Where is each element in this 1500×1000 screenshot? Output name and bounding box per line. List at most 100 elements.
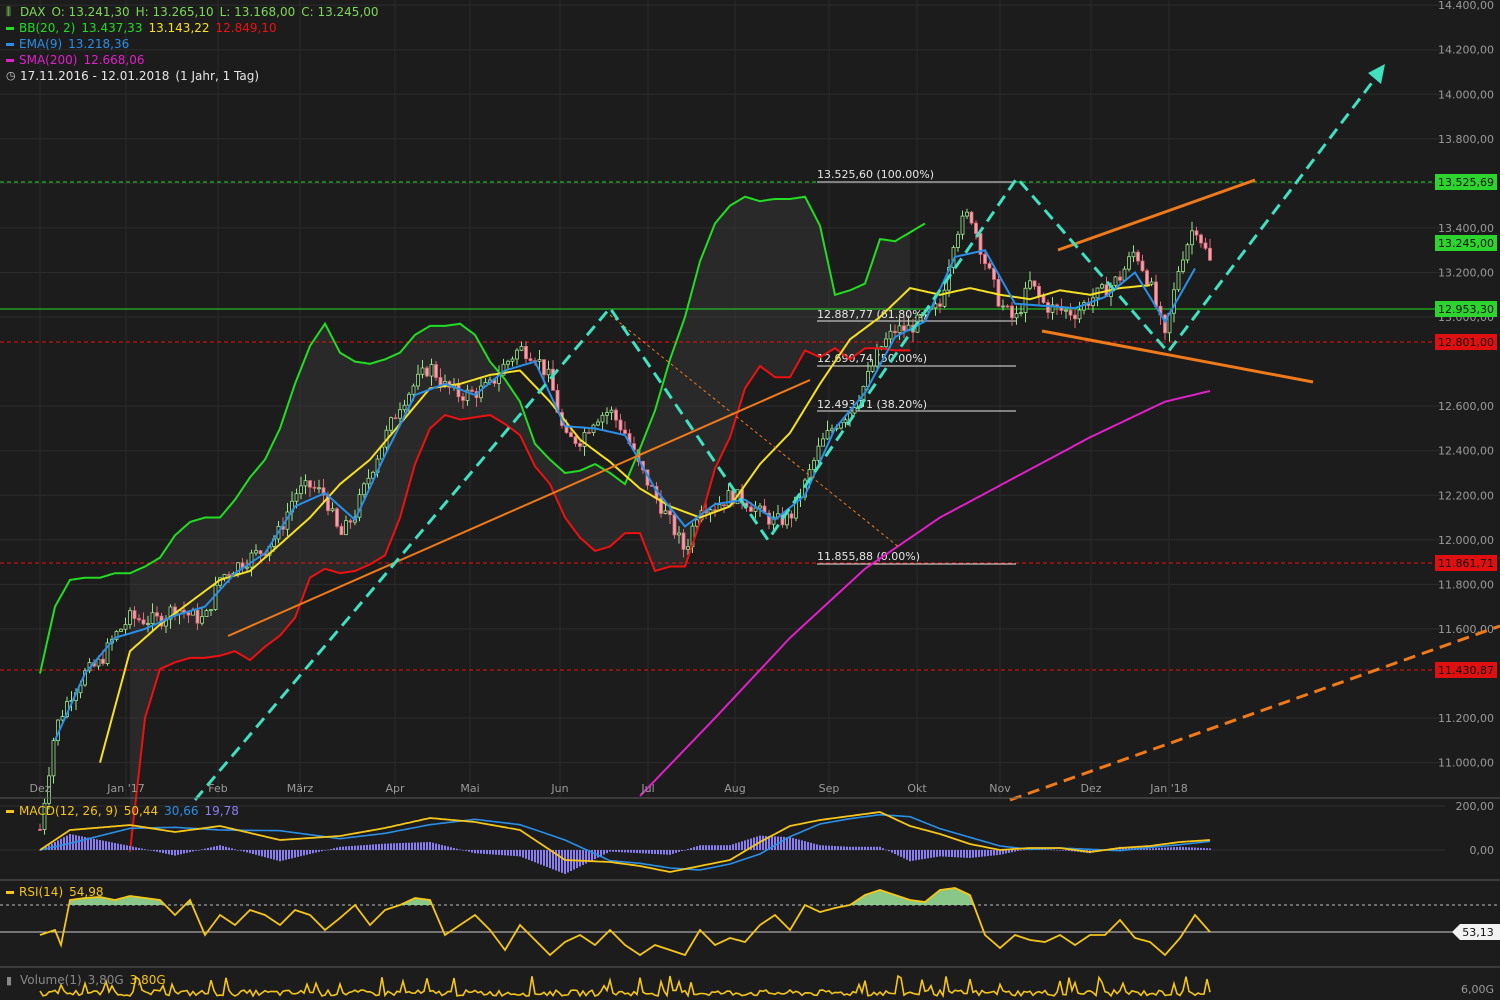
fib-label-0: 11.855,88 (0.00%) — [817, 550, 920, 563]
macd-histogram-bar — [966, 850, 968, 858]
legend-sma-swatch — [6, 58, 14, 62]
candle-up — [366, 477, 371, 485]
macd-histogram-bar — [993, 850, 995, 856]
macd-histogram-bar — [1179, 846, 1181, 850]
macd-histogram-bar — [849, 846, 851, 850]
legend-bb-name: BB(20, 2) — [19, 21, 76, 35]
macd-histogram-bar — [564, 850, 566, 874]
macd-histogram-bar — [303, 850, 305, 856]
macd-histogram-bar — [939, 850, 941, 857]
macd-histogram-bar — [186, 850, 188, 853]
legend-ema-value: 13.218,36 — [68, 37, 130, 51]
macd-histogram-bar — [744, 840, 746, 850]
candle-up — [1001, 305, 1005, 308]
macd-histogram-bar — [429, 842, 431, 850]
candle-up — [249, 552, 254, 568]
macd-histogram-bar — [543, 850, 545, 866]
macd-histogram-bar — [1062, 850, 1064, 851]
y-tick-label: 12.000,00 — [1438, 534, 1494, 547]
macd-histogram-bar — [327, 849, 329, 851]
candle-up — [663, 510, 668, 514]
candle-up — [1185, 244, 1190, 261]
candle-down — [573, 436, 578, 444]
macd-histogram-bar — [465, 850, 467, 851]
candle-down — [722, 504, 726, 507]
macd-histogram-bar — [1188, 847, 1190, 850]
macd-histogram-bar — [957, 850, 959, 858]
clock-icon: ◷ — [6, 69, 16, 82]
legend-bb-swatch — [6, 26, 14, 30]
macd-histogram-bar — [438, 844, 440, 850]
candle-up — [1122, 268, 1127, 281]
macd-histogram-bar — [741, 841, 743, 850]
macd-histogram-bar — [690, 848, 692, 850]
macd-legend: MACD(12, 26, 9) 50,44 30,66 19,78 — [6, 804, 239, 818]
macd-histogram-bar — [291, 850, 293, 859]
macd-histogram-bar — [258, 850, 260, 856]
macd-axis-200: 200,00 — [1456, 800, 1495, 813]
candle-up — [812, 460, 816, 470]
macd-histogram-bar — [213, 846, 215, 850]
legend-row-dax: ⫼ DAX O: 13.241,30 H: 13.265,10 L: 13.16… — [6, 4, 379, 20]
macd-histogram-bar — [972, 850, 974, 858]
macd-histogram-bar — [165, 850, 167, 854]
macd-histogram-bar — [1050, 849, 1052, 851]
candle-up — [825, 430, 830, 440]
macd-histogram-bar — [681, 850, 683, 851]
macd-histogram-bar — [225, 846, 227, 850]
value-label-12801: 12.801,00 — [1438, 336, 1494, 349]
macd-histogram-bar — [531, 850, 533, 862]
macd-histogram-bar — [69, 834, 71, 850]
macd-histogram-bar — [942, 850, 944, 857]
macd-histogram-bar — [426, 842, 428, 850]
macd-histogram-bar — [1173, 847, 1175, 850]
macd-histogram-bar — [153, 850, 155, 852]
macd-histogram-bar — [471, 850, 473, 853]
macd-histogram-bar — [159, 850, 161, 853]
macd-histogram-bar — [375, 844, 377, 850]
macd-histogram-bar — [609, 850, 611, 852]
macd-histogram-bar — [648, 850, 650, 854]
macd-histogram-bar — [516, 850, 518, 857]
macd-histogram-bar — [861, 846, 863, 850]
macd-histogram-bar — [888, 850, 890, 852]
y-tick-label: 12.400,00 — [1438, 445, 1494, 458]
macd-histogram-bar — [534, 850, 536, 863]
macd-histogram-bar — [804, 841, 806, 850]
candle-down — [789, 513, 794, 519]
macd-histogram-bar — [837, 846, 839, 850]
macd-histogram-bar — [960, 850, 962, 858]
candle-down — [348, 520, 353, 523]
macd-histogram-bar — [810, 842, 812, 850]
macd-histogram-bar — [312, 850, 314, 854]
candle-down — [1032, 280, 1037, 287]
candle-down — [893, 330, 897, 334]
candle-up — [1014, 313, 1019, 319]
y-tick-label: 14.400,00 — [1438, 0, 1494, 12]
macd-histogram-bar — [378, 844, 380, 850]
candle-up — [128, 610, 132, 625]
macd-histogram-bar — [636, 850, 638, 854]
macd-histogram-bar — [387, 843, 389, 850]
macd-histogram-bar — [393, 843, 395, 850]
macd-histogram-bar — [927, 850, 929, 859]
value-label-11430: 11.430,87 — [1438, 664, 1494, 677]
macd-histogram-bar — [897, 850, 899, 856]
macd-histogram-bar — [867, 846, 869, 850]
macd-histogram-bar — [150, 850, 152, 851]
candle-up — [875, 348, 879, 367]
macd-histogram-bar — [408, 842, 410, 850]
macd-histogram-bar — [168, 850, 170, 855]
candle-down — [713, 509, 717, 512]
candle-down — [425, 367, 429, 377]
macd-histogram-bar — [477, 850, 479, 854]
macd-histogram-bar — [762, 835, 764, 850]
candle-down — [393, 417, 398, 420]
macd-histogram-bar — [705, 845, 707, 850]
fib-label-61: 12.887,77 (61.80%) — [817, 308, 927, 321]
legend-row-range: ◷ 17.11.2016 - 12.01.2018 (1 Jahr, 1 Tag… — [6, 68, 379, 84]
y-tick-label: 13.200,00 — [1438, 266, 1494, 279]
macd-histogram-bar — [315, 850, 317, 853]
volume-legend: ▮ Volume(1) 3,80G 3,80G — [6, 973, 166, 987]
macd-histogram-bar — [1047, 849, 1049, 850]
